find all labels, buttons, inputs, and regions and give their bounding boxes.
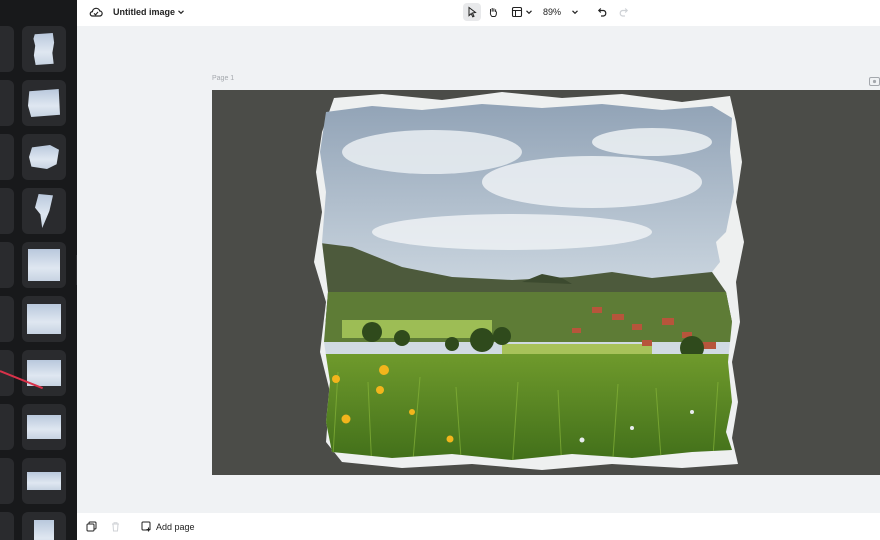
page-options-icon[interactable] xyxy=(869,73,880,91)
redo-icon[interactable] xyxy=(618,3,630,21)
zoom-chevron-down-icon[interactable] xyxy=(571,3,579,21)
pointer-icon xyxy=(468,6,477,18)
add-page-label: Add page xyxy=(156,521,195,532)
shape-thumbnail[interactable] xyxy=(22,134,66,180)
undo-icon[interactable] xyxy=(596,3,608,21)
delete-page-icon[interactable] xyxy=(110,521,121,532)
shape-thumbnail[interactable] xyxy=(0,296,14,342)
top-toolbar: Untitled image 89% xyxy=(77,0,880,26)
hand-tool-button[interactable] xyxy=(487,3,499,21)
shape-thumbnail[interactable] xyxy=(22,26,66,72)
shape-thumbnail[interactable] xyxy=(22,188,66,234)
shape-thumbnail[interactable] xyxy=(22,404,66,450)
shape-thumbnail[interactable] xyxy=(22,242,66,288)
shape-thumbnail[interactable] xyxy=(22,296,66,342)
add-page-button[interactable]: Add page xyxy=(141,521,195,532)
add-page-icon xyxy=(141,521,151,532)
shape-thumbnail[interactable] xyxy=(0,512,14,540)
shape-thumbnail[interactable] xyxy=(0,404,14,450)
shape-thumbnail[interactable] xyxy=(0,242,14,288)
document-title[interactable]: Untitled image xyxy=(113,3,175,21)
duplicate-page-icon[interactable] xyxy=(86,521,97,532)
title-chevron-down-icon[interactable] xyxy=(177,3,185,21)
shape-thumbnail[interactable] xyxy=(22,458,66,504)
shape-thumbnail[interactable] xyxy=(0,458,14,504)
shape-thumbnail[interactable] xyxy=(22,80,66,126)
shape-thumbnail[interactable] xyxy=(0,80,14,126)
shape-thumbnail[interactable] xyxy=(22,350,66,396)
shape-thumbnail[interactable] xyxy=(0,188,14,234)
torn-paper-photo[interactable] xyxy=(312,92,744,472)
zoom-level[interactable]: 89% xyxy=(543,3,561,21)
select-tool-button[interactable] xyxy=(463,3,481,21)
shapes-panel xyxy=(0,0,77,540)
chevron-down-icon xyxy=(526,10,532,15)
frame-icon xyxy=(511,6,523,18)
shape-thumbnail[interactable] xyxy=(0,26,14,72)
hand-icon xyxy=(489,8,497,17)
bottom-bar: Add page xyxy=(77,513,880,540)
shape-thumbnail[interactable] xyxy=(22,512,66,540)
page-label: Page 1 xyxy=(212,75,235,82)
layout-options-button[interactable] xyxy=(511,3,533,21)
cloud-save-icon[interactable] xyxy=(89,3,103,21)
shape-thumbnail[interactable] xyxy=(0,134,14,180)
